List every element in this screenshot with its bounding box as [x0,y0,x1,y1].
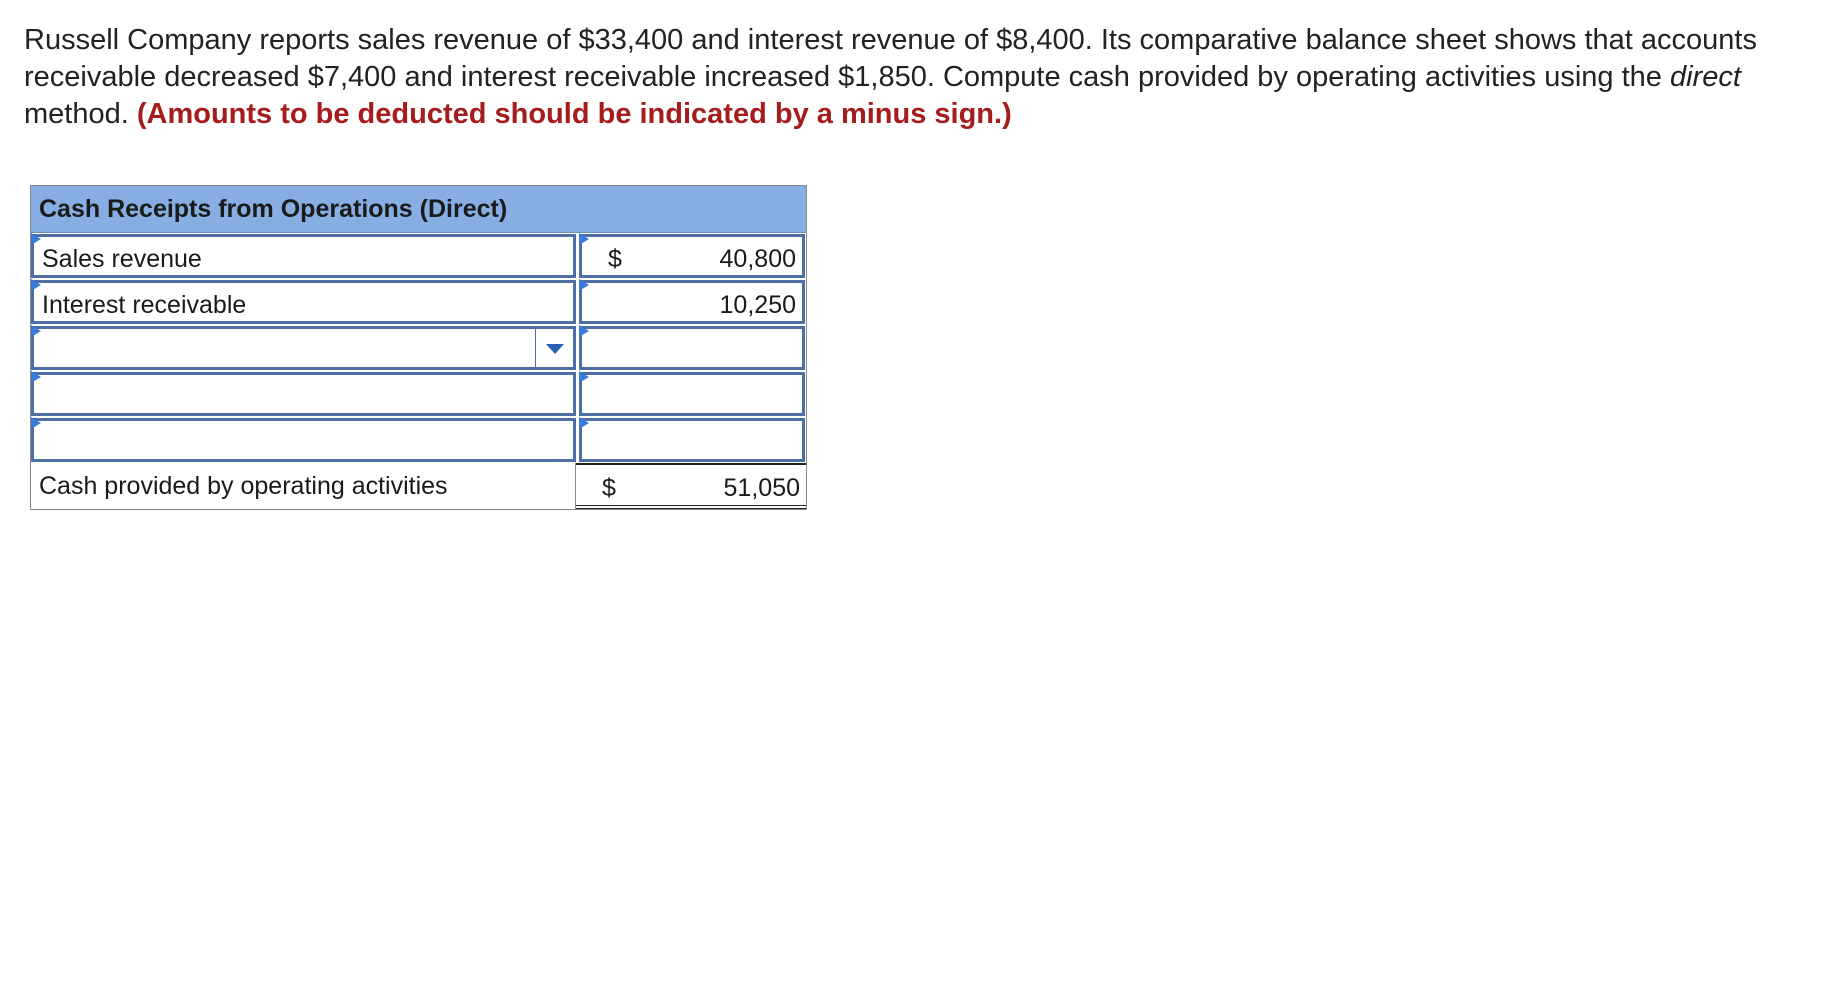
table-header: Cash Receipts from Operations (Direct) [31,186,806,233]
total-label: Cash provided by operating activities [31,463,576,509]
table-row [31,325,806,371]
table-row: Sales revenue $ 40,800 [31,233,806,279]
row-2-label: Interest receivable [42,291,247,319]
row-3-label-select[interactable] [31,325,576,370]
table-row [31,371,806,417]
row-marker-icon [31,279,41,291]
row-1-amount: 40,800 [719,245,796,273]
row-4-label-input[interactable] [31,371,576,416]
row-1-label: Sales revenue [42,245,202,273]
total-amount-cell: $ 51,050 [576,463,806,509]
table-row [31,417,806,463]
row-3-amount-input[interactable] [579,325,805,370]
total-row: Cash provided by operating activities $ … [31,463,806,509]
row-marker-icon [579,233,589,245]
row-2-amount: 10,250 [719,291,796,319]
row-5-amount-input[interactable] [579,417,805,462]
row-marker-icon [579,325,589,337]
chevron-down-icon [546,344,564,354]
table-row: Interest receivable 10,250 [31,279,806,325]
row-4-amount-input[interactable] [579,371,805,416]
question-text: Russell Company reports sales revenue of… [24,22,1804,133]
double-underline [576,505,806,509]
row-marker-icon [579,417,589,429]
question-emphasis: direct [1669,61,1741,93]
row-marker-icon [31,417,41,429]
question-hint: (Amounts to be deducted should be indica… [136,98,1012,130]
row-marker-icon [31,325,41,337]
row-1-amount-input[interactable]: $ 40,800 [579,233,805,278]
question-body-end: method. [24,98,137,130]
row-marker-icon [31,233,41,245]
row-5-label-input[interactable] [31,417,576,462]
row-marker-icon [31,371,41,383]
row-2-label-input[interactable]: Interest receivable [31,279,576,324]
question-body: Russell Company reports sales revenue of… [24,24,1757,93]
dropdown-button[interactable] [535,329,573,367]
row-1-currency: $ [608,245,622,273]
row-marker-icon [579,371,589,383]
cash-receipts-table: Cash Receipts from Operations (Direct) S… [30,185,807,510]
row-marker-icon [579,279,589,291]
row-1-label-input[interactable]: Sales revenue [31,233,576,278]
row-2-amount-input[interactable]: 10,250 [579,279,805,324]
